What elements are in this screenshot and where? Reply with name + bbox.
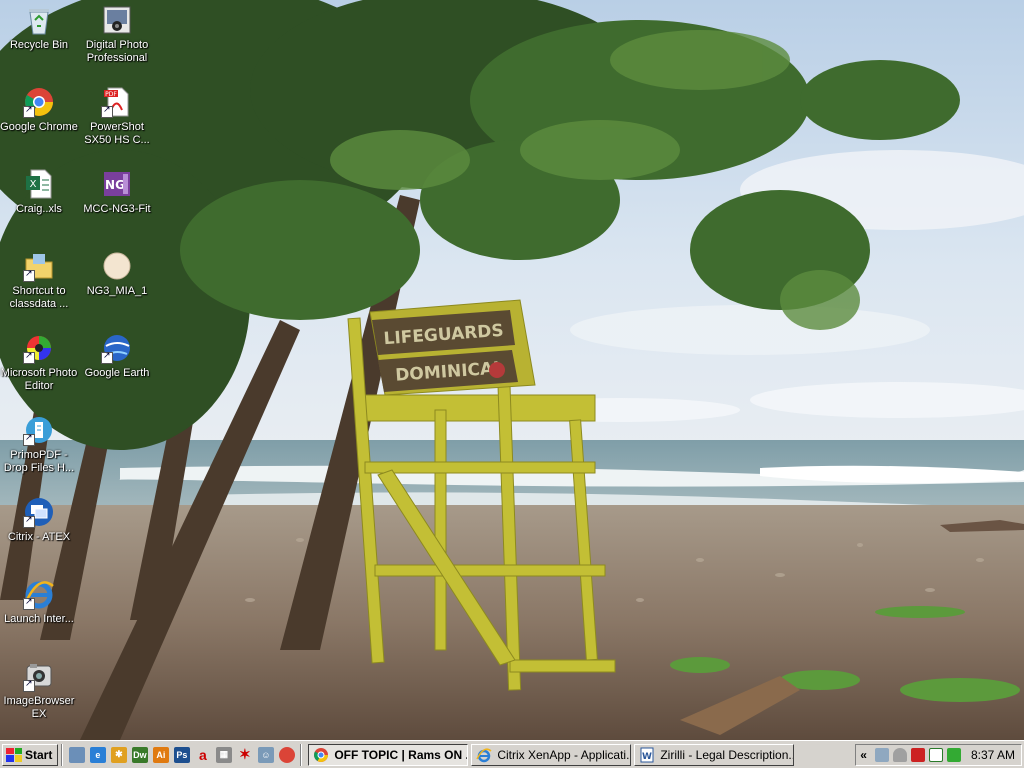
vc-icon[interactable] <box>928 748 943 762</box>
explorer-icon[interactable] <box>68 746 85 763</box>
svg-text:X: X <box>30 179 37 190</box>
system-tray: « 8:37 AM <box>855 744 1022 766</box>
desktop-icon-label: Google Earth <box>84 367 150 379</box>
primopdf-icon <box>23 414 55 446</box>
task-button-word-document[interactable]: W Zirilli - Legal Description.... <box>634 743 795 766</box>
settings-icon[interactable]: ✱ <box>110 746 127 763</box>
task-label: Zirilli - Legal Description.... <box>660 747 795 762</box>
printer-icon[interactable] <box>874 748 889 762</box>
shortcut-arrow-icon <box>23 268 35 282</box>
desktop-icon-label: PowerShot SX50 HS C... <box>84 121 150 146</box>
task-button-citrix-xenapp[interactable]: Citrix XenApp - Applicati... <box>471 743 632 766</box>
desktop-icon-label: Launch Inter... <box>4 613 74 625</box>
clock[interactable]: 8:37 AM <box>971 748 1015 762</box>
ie-icon[interactable]: e <box>89 746 106 763</box>
network-icon[interactable] <box>946 748 961 762</box>
windows-logo-icon <box>6 747 22 762</box>
paint-icon[interactable]: ✶ <box>236 746 253 763</box>
desktop-icon-grid: Recycle Bin Digital Photo Professional G… <box>0 0 160 740</box>
task-label: OFF TOPIC | Rams ON ... <box>334 747 469 762</box>
desktop-icon-primopdf[interactable]: PrimoPDF - Drop Files H... <box>0 412 78 475</box>
desktop-icon-label: Recycle Bin <box>9 39 69 51</box>
tray-expand-chevron-icon[interactable]: « <box>860 748 867 762</box>
desktop-icon-ng3-mia[interactable]: NG3_MIA_1 <box>78 248 156 298</box>
desktop-icon-launch-internet-explorer[interactable]: Launch Inter... <box>0 576 78 626</box>
messenger-icon[interactable]: ☺ <box>257 746 274 763</box>
security-shield-icon[interactable] <box>910 748 925 762</box>
desktop-icon-label: Citrix - ATEX <box>7 531 71 543</box>
shortcut-arrow-icon <box>101 104 113 118</box>
quick-launch-bar: e ✱ Dw Ai Ps a ▦ ✶ ☺ <box>66 744 297 766</box>
acrobat-icon[interactable]: a <box>194 746 211 763</box>
desktop-icon-label: PrimoPDF - Drop Files H... <box>3 449 75 474</box>
desktop-icon-label: Microsoft Photo Editor <box>0 367 78 392</box>
photoshop-icon[interactable]: Ps <box>173 746 190 763</box>
word-icon: W <box>640 747 654 762</box>
dreamweaver-icon[interactable]: Dw <box>131 746 148 763</box>
desktop-icon-label: Google Chrome <box>0 121 78 133</box>
desktop-icon-label: ImageBrowser EX <box>3 695 75 720</box>
shortcut-arrow-icon <box>23 104 35 118</box>
pdf-icon: PDF <box>101 86 133 118</box>
folder-shortcut-icon <box>23 250 55 282</box>
desktop-icon-citrix-atex[interactable]: Citrix - ATEX <box>0 494 78 544</box>
excel-icon: X <box>23 168 55 200</box>
start-button-label: Start <box>25 747 53 762</box>
notification-bell-icon[interactable] <box>892 748 907 762</box>
desktop-icon-label: NG3_MIA_1 <box>86 285 148 297</box>
onenote-icon: NG <box>101 168 133 200</box>
desktop-icon-mcc-ng3-fit[interactable]: NG MCC-NG3-Fit <box>78 166 156 216</box>
imagebrowser-icon <box>23 660 55 692</box>
desktop-icon-label: Shortcut to classdata ... <box>9 285 69 310</box>
image-file-icon <box>101 250 133 282</box>
shortcut-arrow-icon <box>101 350 113 364</box>
calculator-icon[interactable]: ▦ <box>215 746 232 763</box>
desktop-icon-label: Digital Photo Professional <box>85 39 149 64</box>
shortcut-arrow-icon <box>23 596 35 610</box>
shortcut-arrow-icon <box>23 350 35 364</box>
svg-text:NG: NG <box>105 178 125 192</box>
citrix-icon <box>23 496 55 528</box>
desktop-icon-label: MCC-NG3-Fit <box>83 203 151 215</box>
svg-text:W: W <box>642 752 652 762</box>
task-label: Citrix XenApp - Applicati... <box>497 747 632 762</box>
chrome-icon[interactable] <box>278 746 295 763</box>
recycle-bin-icon <box>23 4 55 36</box>
start-button[interactable]: Start <box>2 743 59 766</box>
desktop-icon-recycle-bin[interactable]: Recycle Bin <box>0 2 78 52</box>
internet-explorer-icon <box>23 578 55 610</box>
google-earth-icon <box>101 332 133 364</box>
task-button-chrome[interactable]: OFF TOPIC | Rams ON ... <box>308 743 469 766</box>
camera-icon <box>101 4 133 36</box>
ie-icon <box>476 748 492 762</box>
shortcut-arrow-icon <box>23 432 35 446</box>
svg-text:PDF: PDF <box>105 91 117 98</box>
desktop-icon-shortcut-classdata[interactable]: Shortcut to classdata ... <box>0 248 78 311</box>
desktop-icon-google-chrome[interactable]: Google Chrome <box>0 84 78 134</box>
chrome-icon <box>23 86 55 118</box>
desktop-icon-label: Craig..xls <box>16 203 62 215</box>
photo-editor-icon <box>23 332 55 364</box>
shortcut-arrow-icon <box>23 514 35 528</box>
desktop-icon-powershot-pdf[interactable]: PDF PowerShot SX50 HS C... <box>78 84 156 147</box>
desktop-icon-craig-xls[interactable]: X Craig..xls <box>0 166 78 216</box>
desktop-icon-digital-photo-professional[interactable]: Digital Photo Professional <box>78 2 156 65</box>
taskbar-separator <box>300 743 303 766</box>
illustrator-icon[interactable]: Ai <box>152 746 169 763</box>
shortcut-arrow-icon <box>23 678 35 692</box>
desktop-icon-google-earth[interactable]: Google Earth <box>78 330 156 380</box>
desktop-icon-imagebrowser-ex[interactable]: ImageBrowser EX <box>0 658 78 721</box>
taskbar: Start e ✱ Dw Ai Ps a ▦ ✶ ☺ OFF TOPIC | R… <box>0 740 1024 768</box>
chrome-icon <box>314 747 329 762</box>
desktop-icon-microsoft-photo-editor[interactable]: Microsoft Photo Editor <box>0 330 78 393</box>
taskbar-separator <box>61 743 64 766</box>
